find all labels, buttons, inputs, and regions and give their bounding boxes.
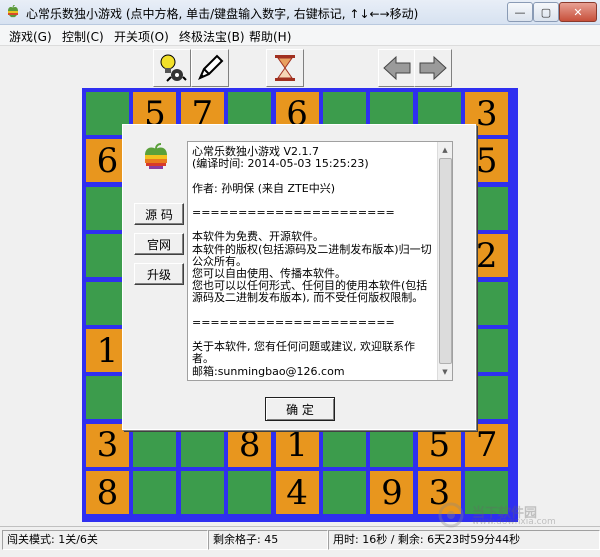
board-cell[interactable]: 9 (370, 471, 414, 515)
official-site-button[interactable]: 官网 (134, 233, 184, 255)
about-text-line: 本软件为免费、开源软件。 (192, 230, 324, 244)
pencil-icon (198, 54, 224, 80)
about-dialog: 源 码 官网 升级 邮箱:sunmingbao@126.com 者。 关于本软件, … (122, 124, 476, 430)
board-cell[interactable]: 3 (86, 423, 129, 467)
board-cell[interactable] (370, 423, 414, 467)
board-cell[interactable] (180, 471, 224, 515)
arrow-left-icon (383, 55, 411, 81)
board-cell[interactable]: 5 (417, 423, 461, 467)
redo-button[interactable] (414, 49, 452, 87)
timer-button[interactable] (266, 49, 304, 87)
about-text-line: 者。 (192, 352, 214, 366)
cell-digit: 8 (96, 472, 119, 513)
arrow-right-icon (419, 55, 447, 81)
scroll-down-icon[interactable]: ▼ (439, 366, 451, 378)
scroll-thumb[interactable] (439, 158, 452, 364)
pencil-button[interactable] (191, 49, 229, 87)
menu-game[interactable]: 游戏(G) (9, 28, 52, 45)
maximize-button[interactable]: ▢ (533, 2, 559, 22)
apple-logo-icon (145, 143, 167, 169)
board-cell[interactable]: 7 (465, 423, 509, 467)
menu-help[interactable]: 帮助(H) (249, 28, 291, 45)
window-title: 心常乐数独小游戏 (点中方格, 单击/键盘输入数字, 右键标记, ↑↓←→移动) (26, 7, 419, 21)
board-cell[interactable]: 4 (275, 471, 319, 515)
board-cell[interactable] (228, 471, 272, 515)
board-cell[interactable] (180, 423, 224, 467)
watermark-url: www.downxia.com (472, 517, 556, 527)
text-scrollbar[interactable]: ▲ ▼ (437, 142, 452, 380)
ok-button[interactable]: 确 定 (265, 397, 335, 421)
cell-digit: 9 (381, 472, 403, 513)
hint-button[interactable] (153, 49, 191, 87)
about-text-line: 作者: 孙明保 (来自 ZTE中兴) (192, 181, 335, 195)
cell-digit: 4 (286, 472, 308, 513)
status-mode: 闯关模式: 1关/6关 (2, 530, 208, 550)
board-cell[interactable] (133, 423, 177, 467)
about-text-line: 心常乐数独小游戏 V2.1.7 (192, 145, 320, 158)
about-text-line: ====================== (192, 206, 395, 219)
about-text-line: 邮箱:sunmingbao@126.com (192, 364, 345, 378)
minimize-button[interactable]: — (507, 2, 533, 22)
upgrade-button[interactable]: 升级 (134, 263, 184, 285)
menu-bar: 游戏(G) 控制(C) 开关项(O) 终极法宝(B) 帮助(H) (0, 25, 600, 46)
about-text-line: 公众所有。 (192, 254, 247, 268)
cell-digit: 8 (238, 425, 261, 466)
menu-options[interactable]: 开关项(O) (114, 28, 169, 45)
about-text-line: 关于本软件, 您有任何问题或建议, 欢迎联系作 (192, 340, 415, 354)
about-text-line: 您也可以以任何形式、任何目的使用本软件(包括 (192, 279, 428, 293)
board-cell[interactable]: 1 (275, 423, 319, 467)
about-text-line: 源码及二进制发布版本), 而不受任何版权限制。 (192, 291, 424, 305)
undo-button[interactable] (378, 49, 416, 87)
cell-digit: 3 (96, 425, 119, 466)
about-text-line: 您可以自由使用、传播本软件。 (192, 267, 346, 280)
board-cell[interactable] (323, 423, 366, 467)
cell-digit: 7 (475, 425, 498, 466)
app-window: 心常乐数独小游戏 (点中方格, 单击/键盘输入数字, 右键标记, ↑↓←→移动)… (0, 0, 600, 557)
board-cell[interactable]: 8 (86, 471, 129, 515)
cell-digit: 5 (428, 425, 451, 466)
watermark-logo-icon (438, 502, 464, 528)
watermark: 当下软件园 www.downxia.com (438, 500, 588, 530)
cell-digit: 1 (286, 425, 308, 466)
menu-ultimate[interactable]: 终极法宝(B) (179, 28, 245, 45)
board-cell[interactable] (133, 471, 177, 515)
status-bar: 闯关模式: 1关/6关 剩余格子: 45 用时: 16秒 / 剩余: 6天23时… (0, 526, 600, 557)
board-cell[interactable] (323, 471, 366, 515)
scroll-up-icon[interactable]: ▲ (439, 144, 451, 156)
about-text-box[interactable]: 邮箱:sunmingbao@126.com 者。 关于本软件, 您有任何问题或建议,… (187, 141, 453, 381)
status-remaining: 剩余格子: 45 (208, 530, 328, 550)
board-cell[interactable]: 8 (228, 423, 272, 467)
about-text-line: ====================== (192, 315, 395, 329)
bulb-gear-icon (160, 54, 187, 82)
about-text-line: (编译时间: 2014-05-03 15:25:23) (192, 157, 369, 171)
hourglass-icon (275, 55, 295, 81)
menu-control[interactable]: 控制(C) (62, 28, 104, 45)
about-text-line: 本软件的版权(包括源码及二进制发布版本)归一切 (192, 242, 432, 256)
status-time: 用时: 16秒 / 剩余: 6天23时59分44秒 (328, 530, 600, 550)
close-button[interactable]: ✕ (559, 2, 597, 22)
source-code-button[interactable]: 源 码 (134, 203, 184, 225)
apple-app-icon (8, 5, 18, 18)
toolbar (0, 46, 600, 88)
title-bar: 心常乐数独小游戏 (点中方格, 单击/键盘输入数字, 右键标记, ↑↓←→移动)… (0, 0, 600, 25)
